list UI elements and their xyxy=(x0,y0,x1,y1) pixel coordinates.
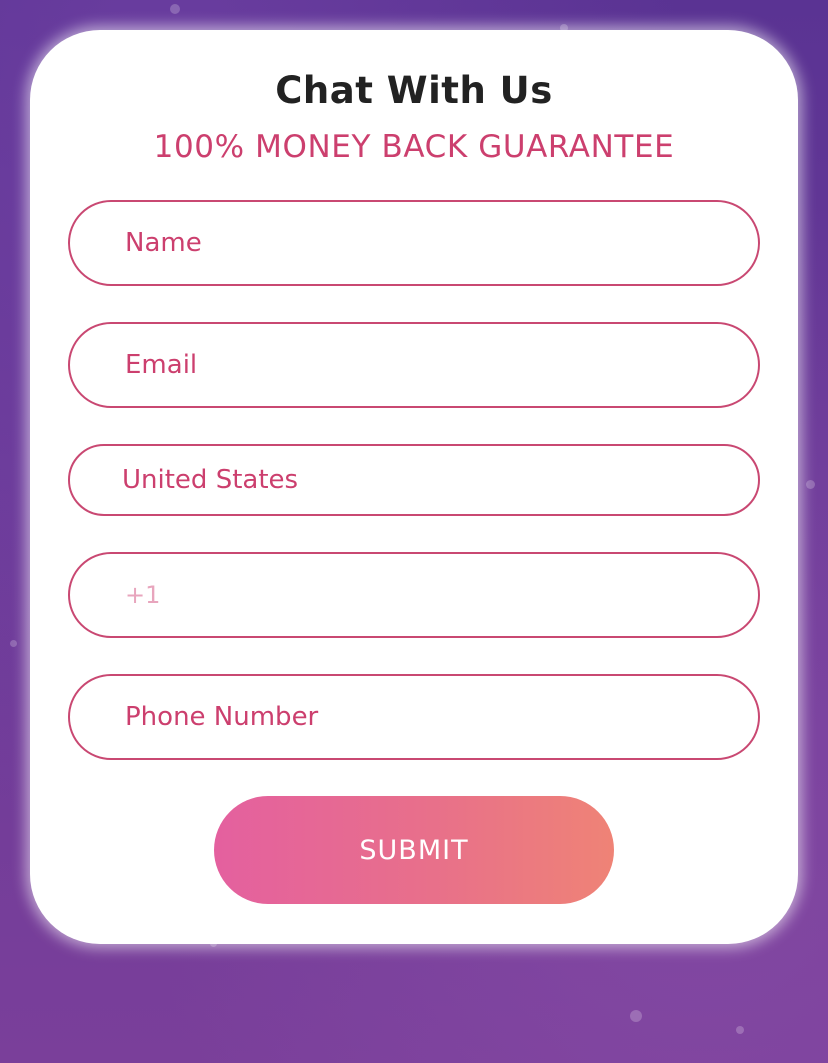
submit-button[interactable]: SUBMIT xyxy=(214,796,614,904)
sparkle xyxy=(806,480,815,489)
email-input[interactable] xyxy=(68,322,760,408)
country-select-value: United States xyxy=(122,465,299,495)
sparkle xyxy=(630,1010,642,1022)
form-subtitle: 100% MONEY BACK GUARANTEE xyxy=(153,129,675,165)
sparkle xyxy=(170,4,180,14)
form-title: Chat With Us xyxy=(275,69,553,112)
phone-number-input[interactable] xyxy=(68,674,760,760)
sparkle xyxy=(736,1026,744,1034)
dial-code-input[interactable] xyxy=(68,552,760,638)
sparkle xyxy=(10,640,17,647)
name-input[interactable] xyxy=(68,200,760,286)
country-select[interactable]: United States xyxy=(68,444,760,516)
